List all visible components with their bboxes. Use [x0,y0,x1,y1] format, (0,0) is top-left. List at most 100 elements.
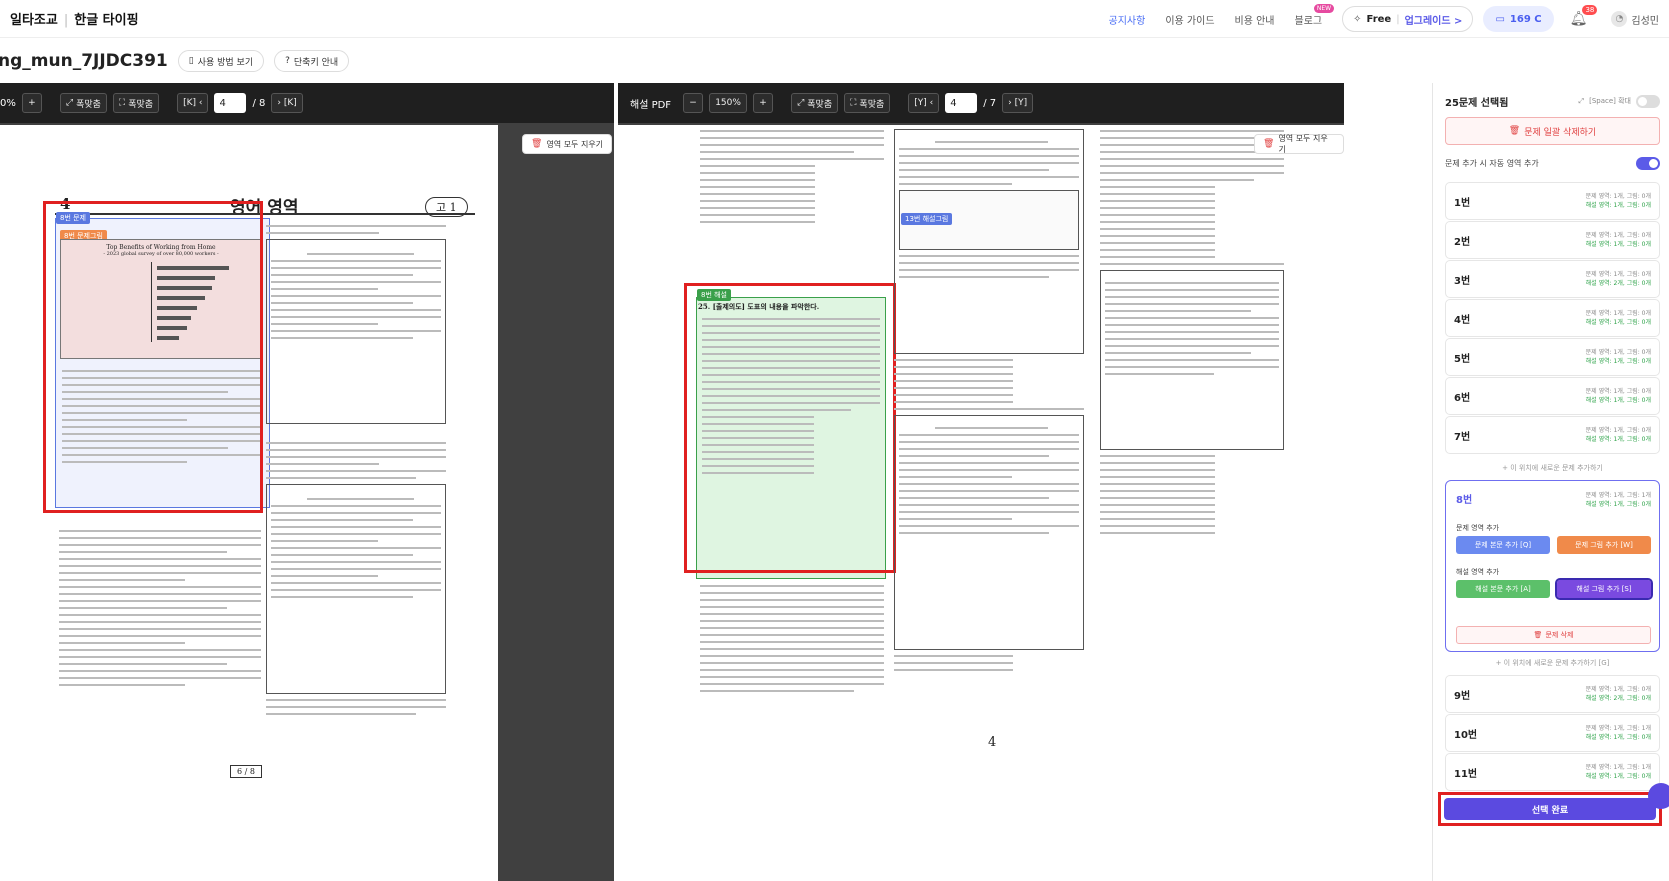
question-meta-solution: 해설 영역: 1개, 그림: 0개 [1585,501,1651,508]
nav-notice[interactable]: 공지사항 [1109,12,1146,27]
add-question-above-link[interactable]: + 이 위치에 새로운 문제 추가하기 [1445,463,1660,473]
avatar-icon: ◔ [1611,11,1628,27]
usage-guide-button[interactable]: ▯ 사용 방법 보기 [177,50,265,72]
credit-count: 169 C [1509,13,1542,25]
trash-icon: 🗑︎ [1533,631,1543,639]
notification-bell-icon[interactable]: 🔔︎ 38 [1570,5,1598,27]
fit-page-button[interactable]: ⛶ 폭맞춤 [844,93,891,113]
question-meta-problem: 문제 영역: 1개, 그림: 1개 [1585,725,1651,732]
add-problem-text-button[interactable]: 문제 본문 추가 [Q] [1456,536,1550,554]
prev-page-button[interactable]: [K] ‹ [177,93,209,113]
question-item-6[interactable]: 6번 문제 영역: 1개, 그림: 0개 해설 영역: 1개, 그림: 0개 [1445,377,1660,415]
fit-width-button[interactable]: ⤢ 폭맞춤 [59,93,107,113]
nav-blog[interactable]: 블로그 NEW [1295,3,1335,27]
question-meta-solution: 해설 영역: 2개, 그림: 0개 [1585,695,1651,702]
book-icon: ▯ [188,56,194,66]
nav-pricing[interactable]: 비용 안내 [1235,12,1275,27]
solution-figure-tag: 13번 해설그림 [901,213,953,225]
solution-page: 8번 해설 25. [출제의도] 도표의 내용을 파악한다. 13번 해설그림 [618,125,1344,881]
add-question-below-link[interactable]: + 이 위치에 새로운 문제 추가하기 [G] [1445,658,1660,668]
question-number: 5번 [1454,353,1471,365]
question-meta-solution: 해설 영역: 1개, 그림: 0개 [1585,241,1651,248]
question-meta-problem: 문제 영역: 1개, 그림: 0개 [1585,349,1651,356]
fit-width-button[interactable]: ⤢ 폭맞춤 [791,93,839,113]
solution-page-number: 4 [988,735,997,750]
question-item-4[interactable]: 4번 문제 영역: 1개, 그림: 0개 해설 영역: 1개, 그림: 0개 [1445,299,1660,337]
question-meta-solution: 해설 영역: 2개, 그림: 0개 [1585,280,1651,287]
bulk-delete-button[interactable]: 🗑︎ 문제 일괄 삭제하기 [1445,117,1660,145]
question-meta-solution: 해설 영역: 1개, 그림: 0개 [1585,773,1651,780]
expand-icon: ⤢ [65,98,74,108]
question-item-9[interactable]: 9번 문제 영역: 1개, 그림: 0개해설 영역: 2개, 그림: 0개 [1445,675,1660,713]
upgrade-link[interactable]: 업그레이드 > [1405,12,1463,27]
clear-regions-button[interactable]: 🗑︎ 영역 모두 지우기 [1254,134,1344,154]
help-circle-icon: ? [285,56,290,66]
zoom-in-button[interactable]: + [21,93,42,113]
add-problem-figure-button[interactable]: 문제 그림 추가 [W] [1557,536,1651,554]
credits-pill[interactable]: ▭ 169 C [1483,6,1554,32]
clear-regions-button[interactable]: 🗑︎ 영역 모두 지우기 [522,134,613,154]
usage-guide-label: 사용 방법 보기 [197,57,254,68]
page-input[interactable]: 4 [214,93,247,113]
question-meta-solution: 해설 영역: 1개, 그림: 0개 [1585,397,1651,404]
solution-column-1 [696,125,888,295]
next-page-button[interactable]: › [K] [271,93,303,113]
question-meta-problem: 문제 영역: 1개, 그림: 0개 [1585,388,1651,395]
expand-icon: ⤢ [797,98,805,108]
problem-viewer-toolbar: 0% + ⤢ 폭맞춤 ⛶ 폭맞춤 [K] ‹ 4 / 8 › [K] [0,83,614,123]
auto-area-row: 문제 추가 시 자동 영역 추가 [1445,155,1660,171]
zoom-out-button[interactable]: − [683,93,704,113]
prev-page-button[interactable]: [Y] ‹ [908,93,940,113]
expand-toggle[interactable] [1636,94,1660,108]
question-item-10[interactable]: 10번 문제 영역: 1개, 그림: 1개 해설 영역: 1개, 그림: 0개 [1445,714,1660,752]
question-item-1[interactable]: 1번 문제 영역: 1개, 그림: 0개 해설 영역: 1개, 그림: 0개 [1445,182,1660,220]
zoom-level[interactable]: 150% [709,93,748,113]
fit-width-label: 폭맞춤 [76,99,101,110]
question-meta-problem: 문제 영역: 1개, 그림: 0개 [1585,232,1651,239]
next-page-button[interactable]: › [Y] [1002,93,1034,113]
delete-question-button[interactable]: 🗑︎ 문제 삭제 [1456,626,1651,644]
question-meta-solution: 해설 영역: 1개, 그림: 0개 [1585,734,1651,741]
question-number: 2번 [1454,236,1471,248]
user-menu[interactable]: ◔ 김성민 [1611,11,1659,27]
nav-guide[interactable]: 이용 가이드 [1165,12,1214,27]
user-name: 김성민 [1631,15,1659,27]
question-meta-solution: 해설 영역: 1개, 그림: 0개 [1585,202,1651,209]
question-item-3[interactable]: 3번 문제 영역: 1개, 그림: 0개 해설 영역: 2개, 그림: 0개 [1445,260,1660,298]
question-item-7[interactable]: 7번 문제 영역: 1개, 그림: 0개 해설 영역: 1개, 그림: 0개 [1445,416,1660,454]
expand-label: [Space] 확대 [1589,97,1631,105]
page-input[interactable]: 4 [945,93,978,113]
problem-pdf-viewer: 0% + ⤢ 폭맞춤 ⛶ 폭맞춤 [K] ‹ 4 / 8 › [K] 4 영어 영역… [0,83,614,881]
question-number: 1번 [1454,197,1471,209]
selection-done-button[interactable]: 선택 완료 [1444,798,1656,820]
sidebar-header: 25문제 선택됨 ⤢ [Space] 확대 [1445,91,1660,111]
fit-width-label: 폭맞춤 [807,99,833,110]
question-meta-problem: 문제 영역: 1개, 그림: 0개 [1585,310,1651,317]
fit-page-button[interactable]: ⛶ 폭맞춤 [112,93,160,113]
question-item-8-selected[interactable]: 8번 문제 영역: 1개, 그림: 1개 해설 영역: 1개, 그림: 0개 문제… [1445,480,1660,652]
document-title: ng_mun_7JJDC391 [0,51,168,71]
auto-area-label: 문제 추가 시 자동 영역 추가 [1445,158,1539,168]
trash-icon: 🗑︎ [531,139,543,149]
question-item-5[interactable]: 5번 문제 영역: 1개, 그림: 0개 해설 영역: 1개, 그림: 0개 [1445,338,1660,376]
brand-logo[interactable]: 일타조교 | 한글 타이핑 [10,9,139,28]
shortcut-guide-button[interactable]: ? 단축키 안내 [274,50,350,72]
question-number: 9번 [1454,690,1471,702]
fullscreen-icon: ⛶ [118,98,126,108]
fullscreen-icon: ⛶ [850,98,857,108]
auto-area-toggle[interactable] [1636,156,1660,170]
question-number: 4번 [1454,314,1471,326]
add-solution-figure-button[interactable]: 해설 그림 추가 [S] [1555,578,1653,600]
selected-solution-region-outline [684,283,896,573]
problem-page: 4 영어 영역 고 1 8번 문제 8번 문제그림 Top Benefits o… [0,125,498,881]
zoom-in-button[interactable]: + [753,93,774,113]
solution-pdf-viewer: 해설 PDF − 150% + ⤢ 폭맞춤 ⛶ 폭맞춤 [Y] ‹ 4 / 7 › … [618,83,1344,881]
add-solution-text-button[interactable]: 해설 본문 추가 [A] [1456,580,1550,598]
chat-fab-icon[interactable] [1648,783,1669,809]
question-item-2[interactable]: 2번 문제 영역: 1개, 그림: 0개해설 영역: 1개, 그림: 0개 [1445,221,1660,259]
trash-icon: 🗑︎ [1508,126,1521,136]
plan-pill[interactable]: ✧ Free | 업그레이드 > [1342,6,1474,32]
question-item-11[interactable]: 11번 문제 영역: 1개, 그림: 1개 해설 영역: 1개, 그림: 0개 [1445,753,1660,791]
clear-regions-label: 영역 모두 지우기 [546,139,604,149]
question-meta-problem: 문제 영역: 1개, 그림: 0개 [1585,686,1651,693]
